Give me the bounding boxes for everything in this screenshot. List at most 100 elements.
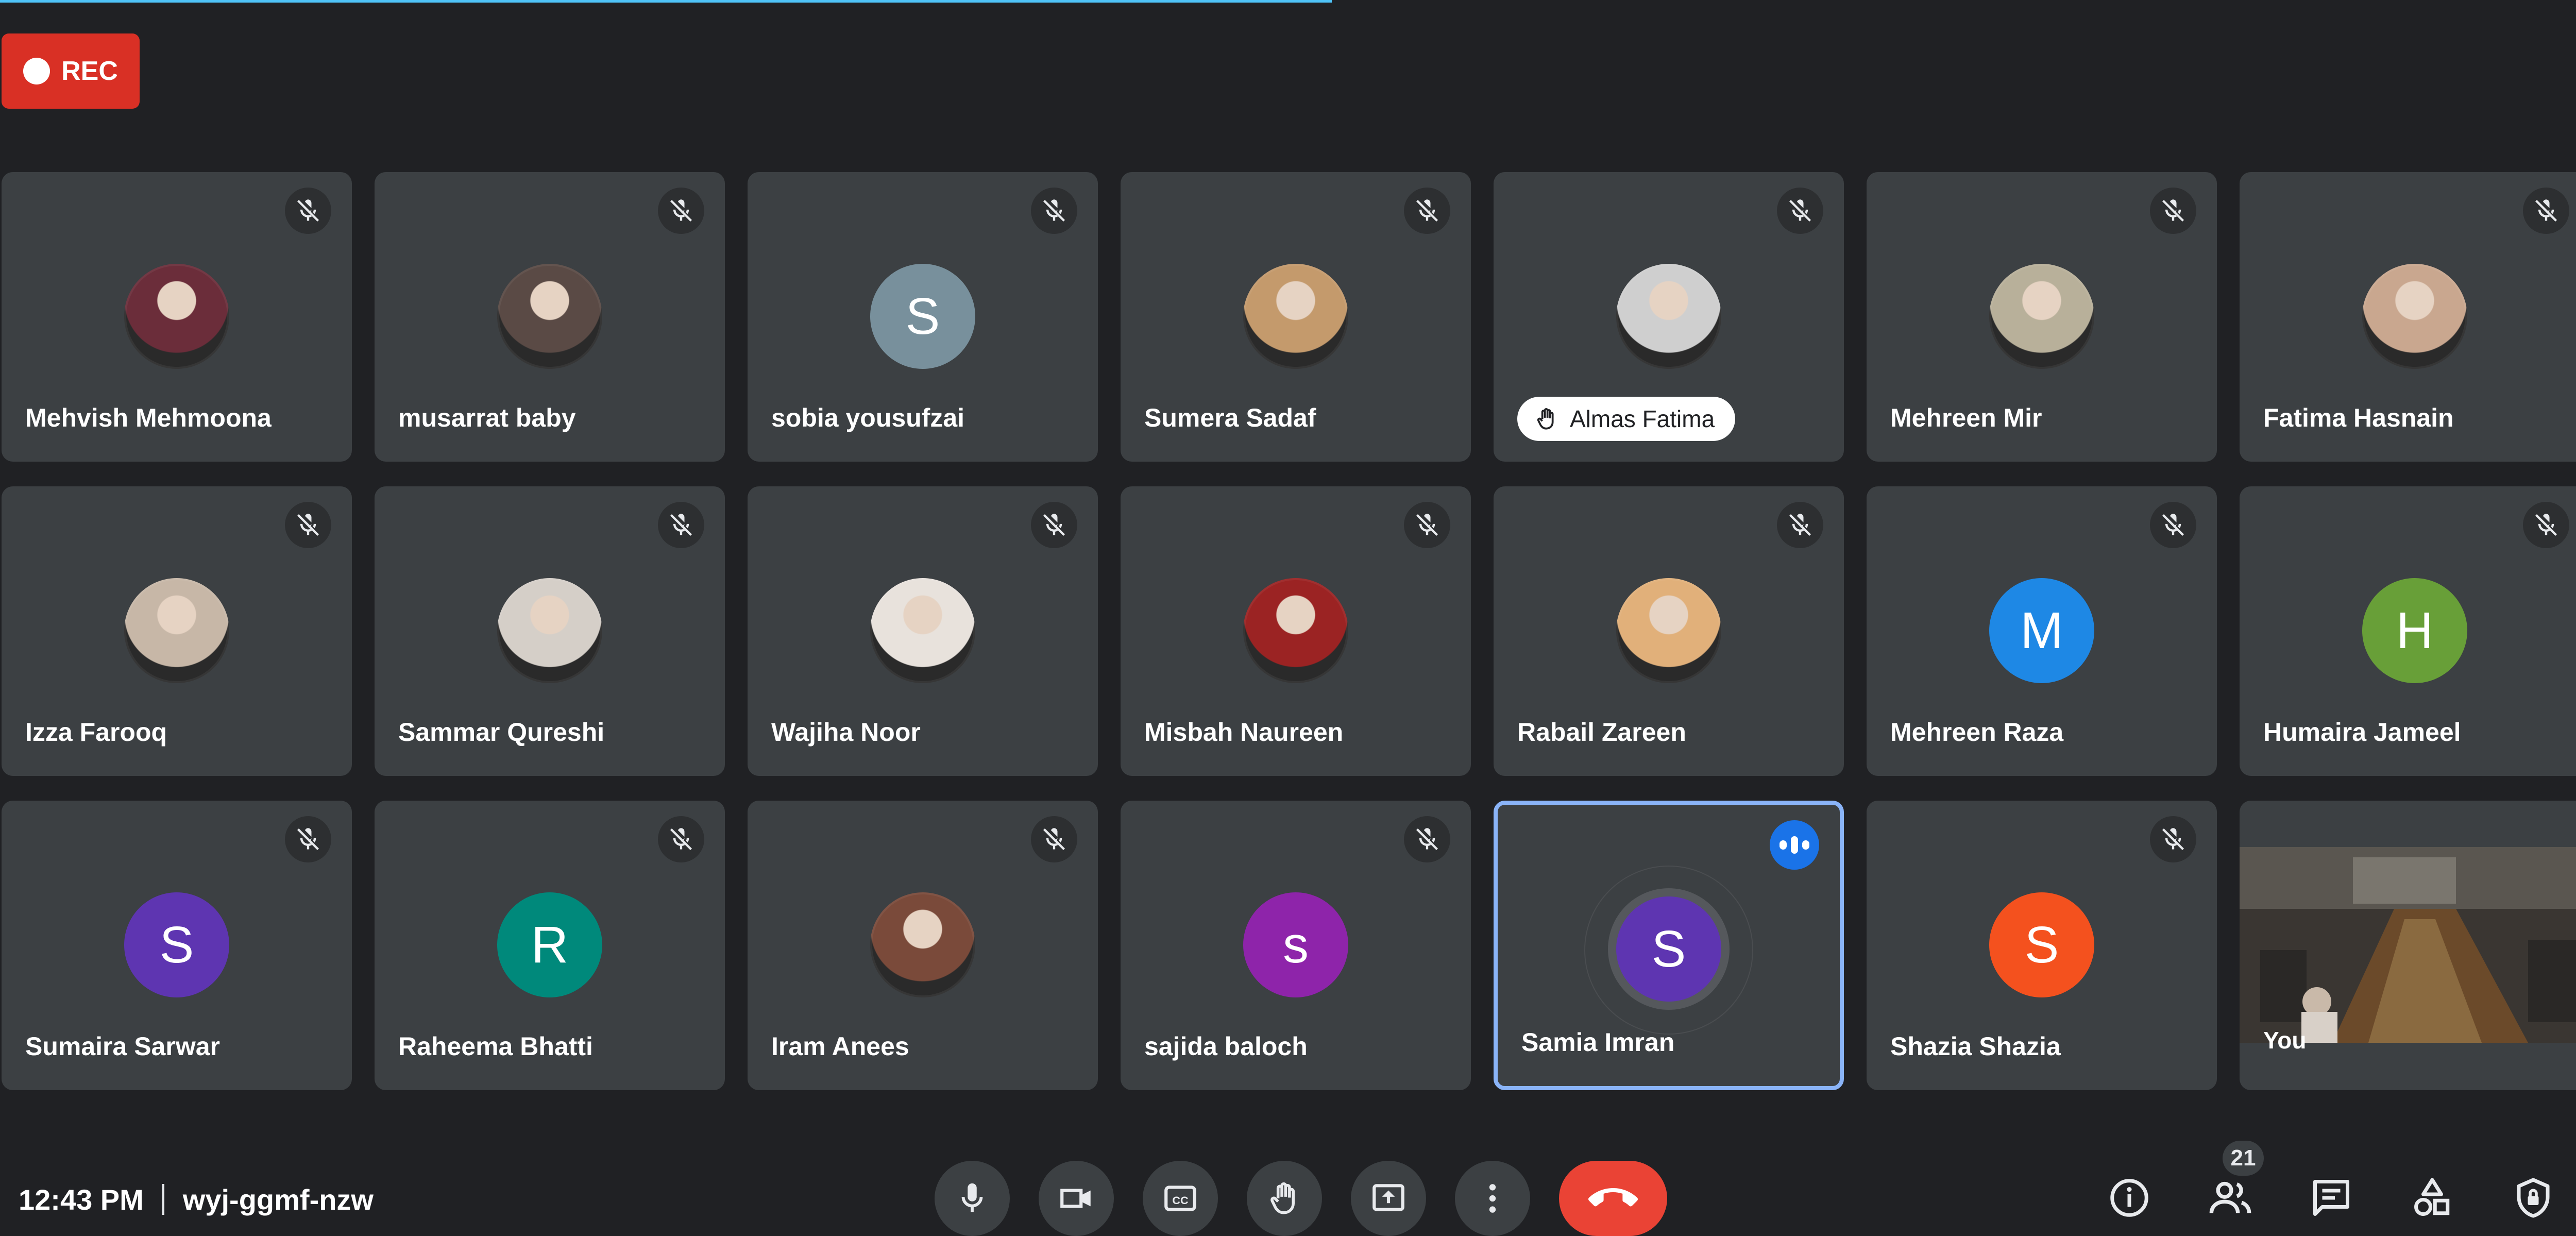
participant-name: Sumera Sadaf (1144, 403, 1316, 432)
camera-icon (1060, 1189, 1091, 1208)
participant-tile[interactable]: Misbah Naureen (1121, 486, 1471, 776)
participant-tile[interactable]: Mehvish Mehmoona (2, 172, 352, 462)
raise-hand-button[interactable] (1247, 1161, 1322, 1236)
participant-tile[interactable]: s sajida baloch (1121, 801, 1471, 1090)
avatar: S (870, 264, 975, 369)
activities-icon (2414, 1178, 2450, 1216)
mic-off-icon (670, 828, 692, 851)
participant-name: You (2263, 1027, 2307, 1054)
avatar-initial: S (2024, 916, 2059, 974)
avatar: s (1243, 892, 1348, 997)
muted-indicator (658, 502, 704, 548)
raised-hand-icon (1537, 408, 1554, 430)
recording-badge: REC (2, 33, 140, 109)
participant-tile[interactable]: Wajiha Noor (748, 486, 1098, 776)
avatar: S (124, 892, 229, 997)
avatar-initial: H (2396, 601, 2434, 659)
participant-tile[interactable]: Sumera Sadaf (1121, 172, 1471, 462)
muted-indicator (1404, 188, 1450, 234)
muted-indicator (1777, 188, 1823, 234)
avatar: S (1616, 896, 1721, 1002)
activities-button[interactable] (2404, 1170, 2461, 1226)
mic-off-icon (1043, 199, 1065, 222)
muted-indicator (2150, 502, 2196, 548)
people-icon (2209, 1181, 2251, 1213)
leave-call-button[interactable] (1559, 1161, 1667, 1236)
present-button[interactable] (1351, 1161, 1426, 1236)
camera-button[interactable] (1039, 1161, 1114, 1236)
recording-label: REC (61, 56, 118, 86)
muted-indicator (285, 502, 331, 548)
meeting-info-button[interactable] (2101, 1170, 2158, 1226)
mic-off-icon (1416, 514, 1438, 536)
participant-tile[interactable]: musarrat baby (375, 172, 725, 462)
participant-name: Samia Imran (1521, 1028, 1675, 1057)
hand-icon (1270, 1182, 1295, 1214)
avatar-photo (1989, 264, 2094, 369)
participant-tile[interactable]: M Mehreen Raza (1867, 486, 2217, 776)
muted-indicator (2523, 502, 2569, 548)
captions-icon: CC (1164, 1186, 1196, 1211)
avatar-photo (1616, 264, 1721, 369)
participant-name: sobia yousufzai (771, 403, 965, 432)
participant-tile[interactable]: Izza Farooq (2, 486, 352, 776)
muted-indicator (285, 816, 331, 862)
participant-tile[interactable]: Fatima Hasnain (2240, 172, 2576, 462)
participant-name: Izza Farooq (25, 718, 167, 747)
participant-name: Raheema Bhatti (398, 1032, 593, 1061)
participant-tile[interactable]: S Shazia Shazia (1867, 801, 2217, 1090)
participant-tile[interactable]: Iram Anees (748, 801, 1098, 1090)
record-dot-icon (23, 58, 50, 84)
avatar-initial: S (1651, 920, 1686, 978)
participant-name: Iram Anees (771, 1032, 909, 1061)
participant-tile[interactable]: Ssobia yousufzai (748, 172, 1098, 462)
muted-indicator (1031, 188, 1077, 234)
meeting-code[interactable]: wyj-ggmf-nzw (183, 1183, 374, 1216)
participant-name: Shazia Shazia (1890, 1032, 2061, 1061)
participant-tile[interactable]: You (2240, 801, 2576, 1090)
mic-off-icon (1416, 828, 1438, 851)
participant-name: Fatima Hasnain (2263, 403, 2454, 432)
participant-tile[interactable]: Mehreen Mir (1867, 172, 2217, 462)
participant-tile[interactable]: Sammar Qureshi (375, 486, 725, 776)
microphone-button[interactable] (935, 1161, 1010, 1236)
mic-off-icon (2535, 514, 2557, 536)
avatar-initial: M (2020, 601, 2063, 659)
avatar-photo (2362, 264, 2467, 369)
participant-name: Sumaira Sarwar (25, 1032, 220, 1061)
muted-indicator (2150, 816, 2196, 862)
mic-off-icon (1043, 828, 1065, 851)
call-controls: CC (935, 1161, 1667, 1236)
host-controls-button[interactable] (2505, 1170, 2562, 1226)
people-button[interactable]: 21 (2202, 1141, 2264, 1226)
avatar-initial: S (905, 287, 940, 345)
mic-off-icon (1789, 199, 1811, 222)
avatar-photo (124, 264, 229, 369)
muted-indicator (1777, 502, 1823, 548)
avatar-photo (1243, 264, 1348, 369)
participant-tile[interactable]: S Sumaira Sarwar (2, 801, 352, 1090)
participant-name: Mehreen Raza (1890, 718, 2064, 747)
avatar: S (1989, 892, 2094, 997)
side-panel-controls: 21 (2101, 1141, 2562, 1226)
avatar-initial: s (1283, 916, 1309, 974)
participant-tile[interactable]: S Samia Imran (1494, 801, 1844, 1090)
avatar-photo (1616, 578, 1721, 683)
captions-button[interactable]: CC (1143, 1161, 1218, 1236)
muted-indicator (285, 188, 331, 234)
participant-name: Almas Fatima (1570, 405, 1715, 432)
participant-tile[interactable]: Almas Fatima (1494, 172, 1844, 462)
chat-button[interactable] (2303, 1170, 2360, 1226)
participant-tile[interactable]: H Humaira Jameel (2240, 486, 2576, 776)
participant-name: Rabail Zareen (1517, 718, 1686, 747)
self-video-feed (2240, 847, 2576, 1043)
shield-lock-icon (2517, 1178, 2550, 1218)
mic-off-icon (2162, 828, 2184, 851)
avatar-photo (870, 892, 975, 997)
participant-name: Sammar Qureshi (398, 718, 605, 747)
clock-time: 12:43 PM (19, 1183, 144, 1216)
more-options-button[interactable] (1455, 1161, 1530, 1236)
participant-tile[interactable]: R Raheema Bhatti (375, 801, 725, 1090)
mic-off-icon (670, 199, 692, 222)
participant-tile[interactable]: Rabail Zareen (1494, 486, 1844, 776)
